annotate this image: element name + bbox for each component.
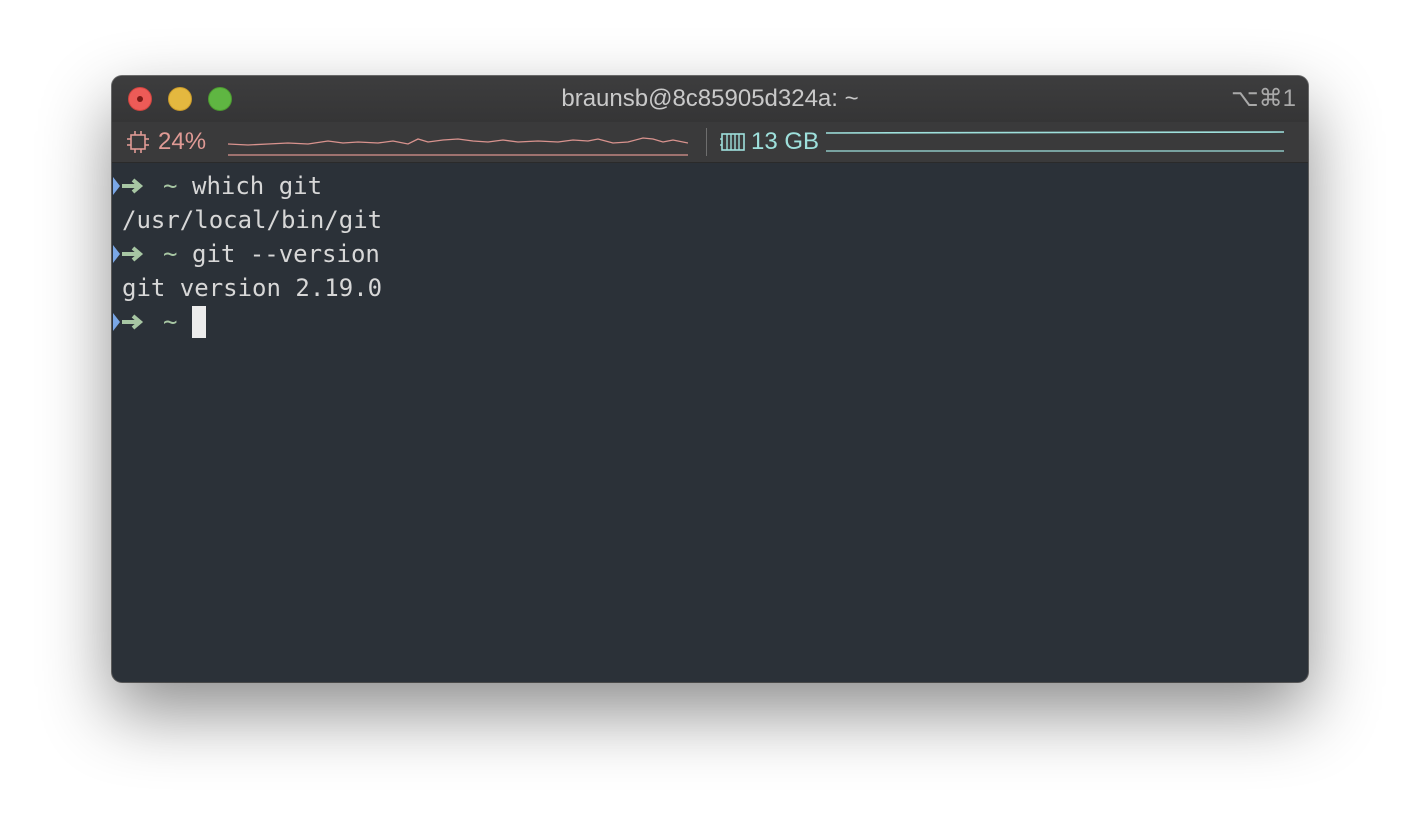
cpu-sparkline	[228, 137, 688, 156]
memory-sparkline	[826, 131, 1284, 152]
command-text: git --version	[192, 240, 380, 268]
prompt-arrow-icon	[122, 314, 144, 330]
command-text: which git	[192, 172, 323, 200]
title-bar[interactable]: braunsb@8c85905d324a: ~ ⌥⌘1	[112, 76, 1308, 122]
tab-shortcut: ⌥⌘1	[1230, 85, 1296, 112]
prompt-directory: ~	[163, 308, 178, 336]
text-cursor	[192, 306, 206, 338]
status-divider	[706, 128, 707, 156]
terminal-output[interactable]: ~ which git/usr/local/bin/git ~ git --versi…	[112, 169, 1308, 339]
prompt-directory: ~	[163, 240, 178, 268]
output-line: /usr/local/bin/git	[122, 206, 383, 234]
output-line: git version 2.19.0	[122, 274, 383, 302]
cpu-chip-icon	[127, 131, 149, 153]
prompt-line: ~ git --version	[112, 237, 1308, 271]
prompt-line: ~ which git	[112, 169, 1308, 203]
memory-icon	[720, 133, 745, 151]
prompt-caret-icon	[113, 313, 120, 331]
prompt-line: ~	[112, 305, 1308, 339]
prompt-caret-icon	[113, 245, 120, 263]
status-bar: 24% 13 GB	[112, 122, 1308, 163]
prompt-arrow-icon	[122, 246, 144, 262]
terminal-window: braunsb@8c85905d324a: ~ ⌥⌘1 24% 13 GB ~ …	[112, 76, 1308, 682]
prompt-directory: ~	[163, 172, 178, 200]
prompt-arrow-icon	[122, 178, 144, 194]
cpu-usage: 24%	[158, 128, 207, 155]
window-title: braunsb@8c85905d324a: ~	[561, 85, 859, 112]
memory-usage: 13 GB	[751, 128, 820, 155]
prompt-caret-icon	[113, 177, 120, 195]
